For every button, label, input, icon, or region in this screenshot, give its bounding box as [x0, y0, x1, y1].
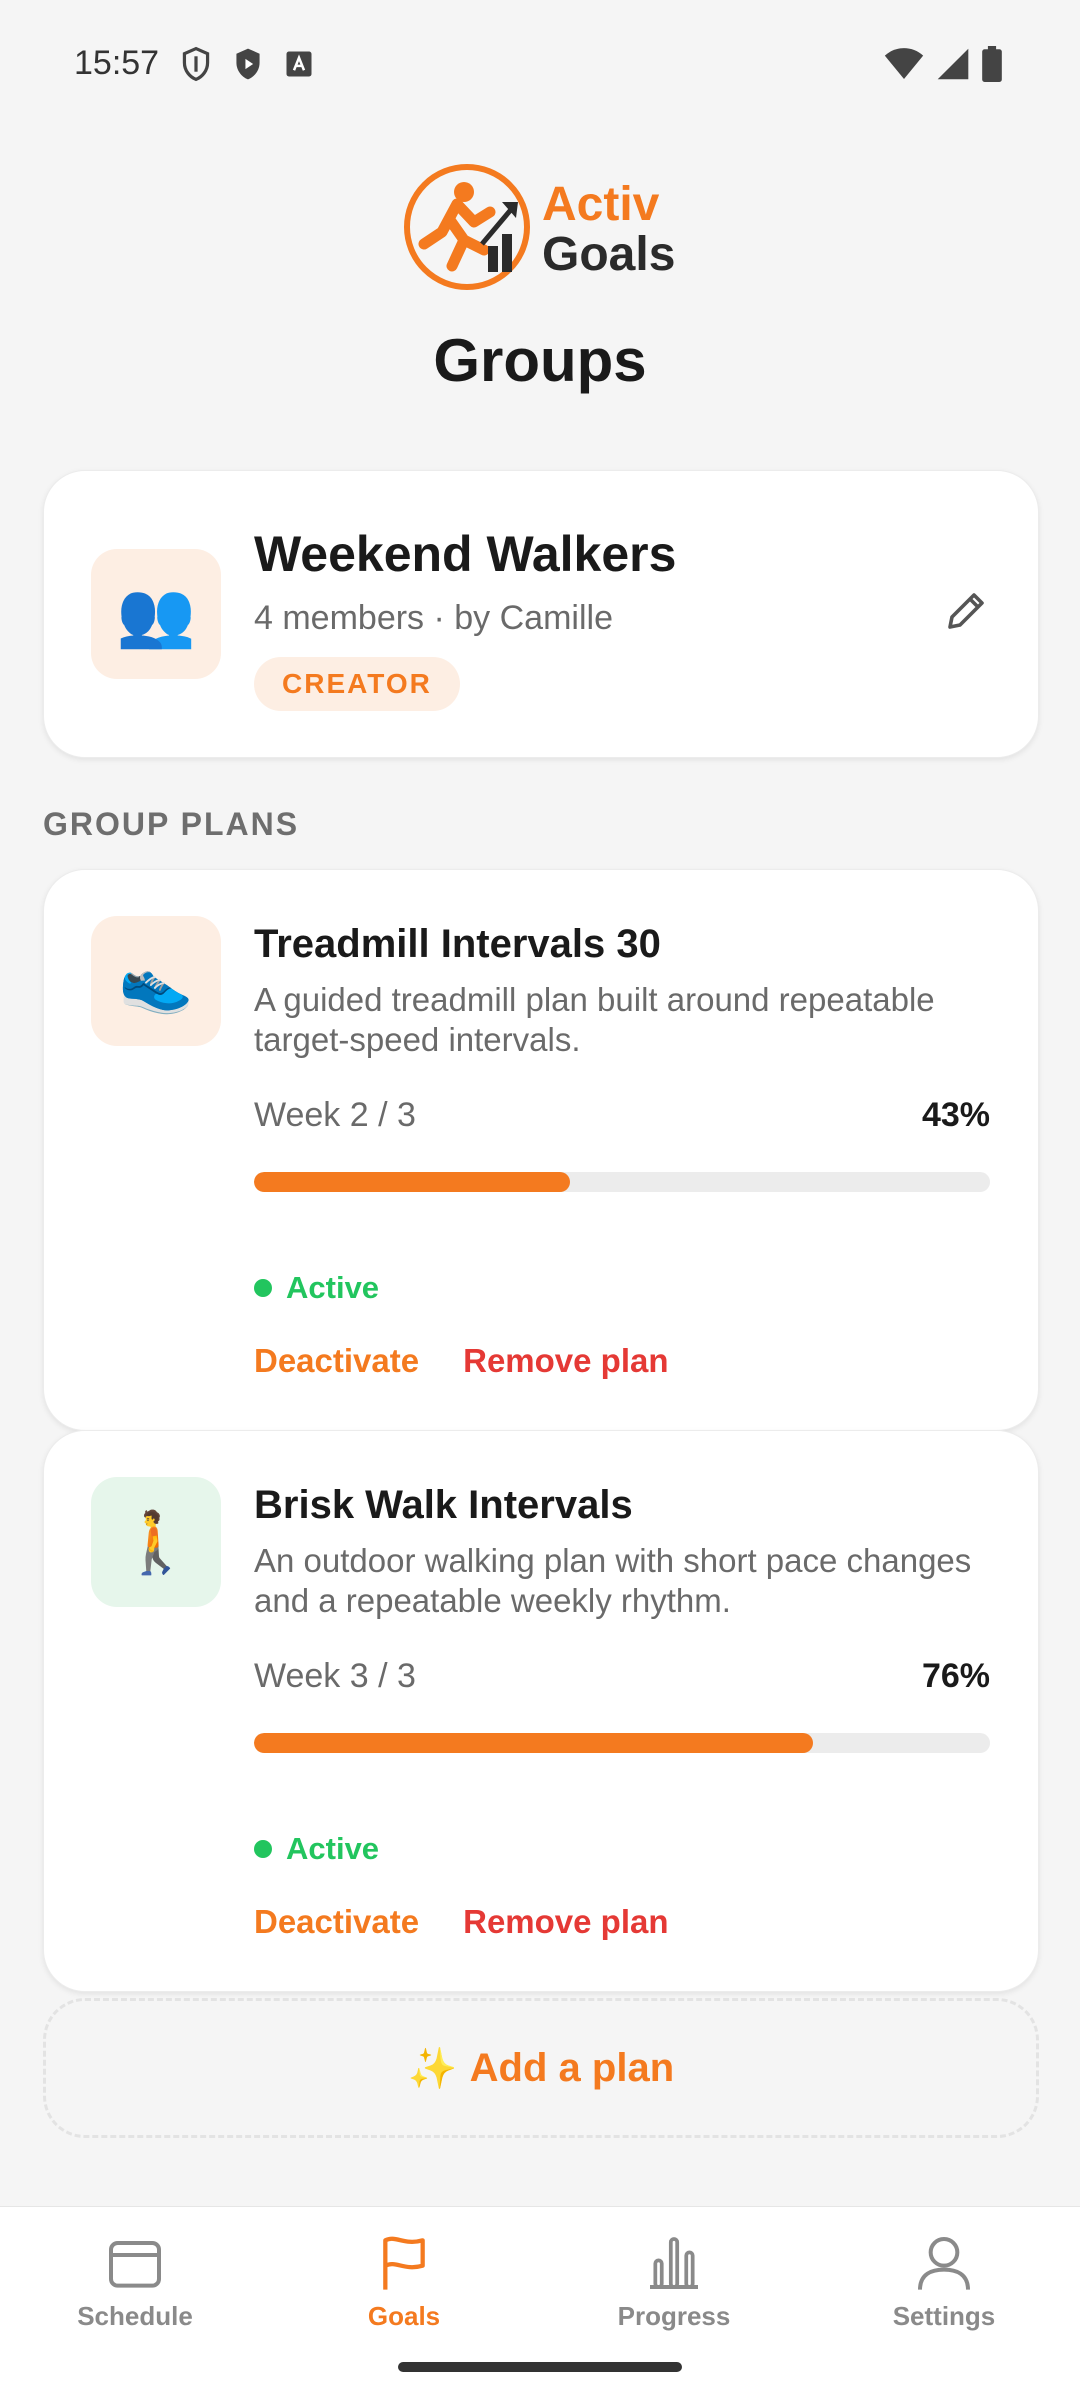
nav-label-goals: Goals	[367, 2301, 441, 2331]
flag-icon	[383, 2236, 425, 2290]
battery-icon	[982, 46, 1002, 82]
nav-item-goals[interactable]: Goals	[304, 2231, 504, 2332]
nav-item-schedule[interactable]: Schedule	[35, 2231, 235, 2332]
group-meta: 4 members · by Camille	[254, 599, 613, 637]
role-badge: CREATOR	[254, 657, 460, 711]
nav-label-settings: Settings	[892, 2301, 996, 2331]
plan-card[interactable]: 🚶 Brisk Walk Intervals An outdoor walkin…	[43, 1430, 1039, 1992]
section-label: GROUP PLANS	[43, 806, 300, 842]
wifi-icon	[884, 48, 924, 79]
status-label: Active	[286, 1270, 380, 1305]
play-protect-icon	[236, 48, 260, 80]
add-plan-label: Add a plan	[469, 2045, 675, 2090]
pencil-icon	[948, 593, 984, 629]
bar-chart-icon	[650, 2237, 698, 2289]
progress-fill	[254, 1733, 814, 1753]
plan-icon-container: 👟	[91, 916, 221, 1046]
plan-week: Week 2 / 3	[254, 1096, 416, 1134]
logo-text-goals: Goals	[542, 228, 676, 281]
keyboard-a-icon	[286, 51, 312, 77]
plan-card[interactable]: 👟 Treadmill Intervals 30 A guided treadm…	[43, 869, 1039, 1431]
status-bar: 15:57	[0, 0, 1080, 130]
nav-label-progress: Progress	[617, 2301, 731, 2331]
progress-fill	[254, 1172, 571, 1192]
status-time: 15:57	[74, 44, 160, 82]
walking-person-icon: 🚶	[118, 1508, 194, 1576]
home-indicator	[398, 2362, 682, 2372]
page-title: Groups	[433, 327, 647, 394]
group-avatar: 👥	[91, 549, 221, 679]
plan-title: Brisk Walk Intervals	[254, 1483, 633, 1527]
signal-icon	[937, 48, 969, 80]
runner-logo-icon	[404, 164, 530, 290]
plan-title: Treadmill Intervals 30	[254, 922, 661, 966]
status-label: Active	[286, 1831, 380, 1866]
person-icon	[918, 2237, 970, 2290]
remove-plan-button[interactable]: Remove plan	[463, 1903, 668, 1941]
calendar-icon	[109, 2241, 161, 2288]
nav-label-schedule: Schedule	[77, 2301, 193, 2331]
add-plan-button[interactable]: ✨ Add a plan	[43, 1998, 1039, 2138]
group-name: Weekend Walkers	[254, 526, 677, 582]
nav-item-settings[interactable]: Settings	[844, 2231, 1044, 2332]
progress-bar	[254, 1172, 990, 1192]
logo-text-activ: Activ	[542, 178, 660, 231]
status-dot-icon	[254, 1279, 272, 1297]
app-logo: Activ Goals	[402, 162, 682, 300]
deactivate-button[interactable]: Deactivate	[254, 1903, 419, 1941]
plan-percent: 43%	[921, 1096, 990, 1134]
sneaker-icon: 👟	[118, 947, 194, 1015]
shield-icon	[182, 46, 210, 82]
plan-percent: 76%	[921, 1657, 990, 1695]
plan-icon-container: 🚶	[91, 1477, 221, 1607]
status-dot-icon	[254, 1840, 272, 1858]
edit-group-button[interactable]	[938, 583, 994, 639]
nav-item-progress[interactable]: Progress	[574, 2231, 774, 2332]
sparkles-icon: ✨	[407, 2046, 458, 2091]
plan-description: An outdoor walking plan with short pace …	[254, 1542, 972, 1619]
remove-plan-button[interactable]: Remove plan	[463, 1342, 668, 1380]
plan-description: A guided treadmill plan built around rep…	[254, 981, 935, 1058]
people-icon: 👥	[116, 577, 196, 650]
plan-week: Week 3 / 3	[254, 1657, 416, 1695]
progress-bar	[254, 1733, 990, 1753]
deactivate-button[interactable]: Deactivate	[254, 1342, 419, 1380]
group-card[interactable]: 👥 Weekend Walkers 4 members · by Camille…	[43, 470, 1039, 758]
